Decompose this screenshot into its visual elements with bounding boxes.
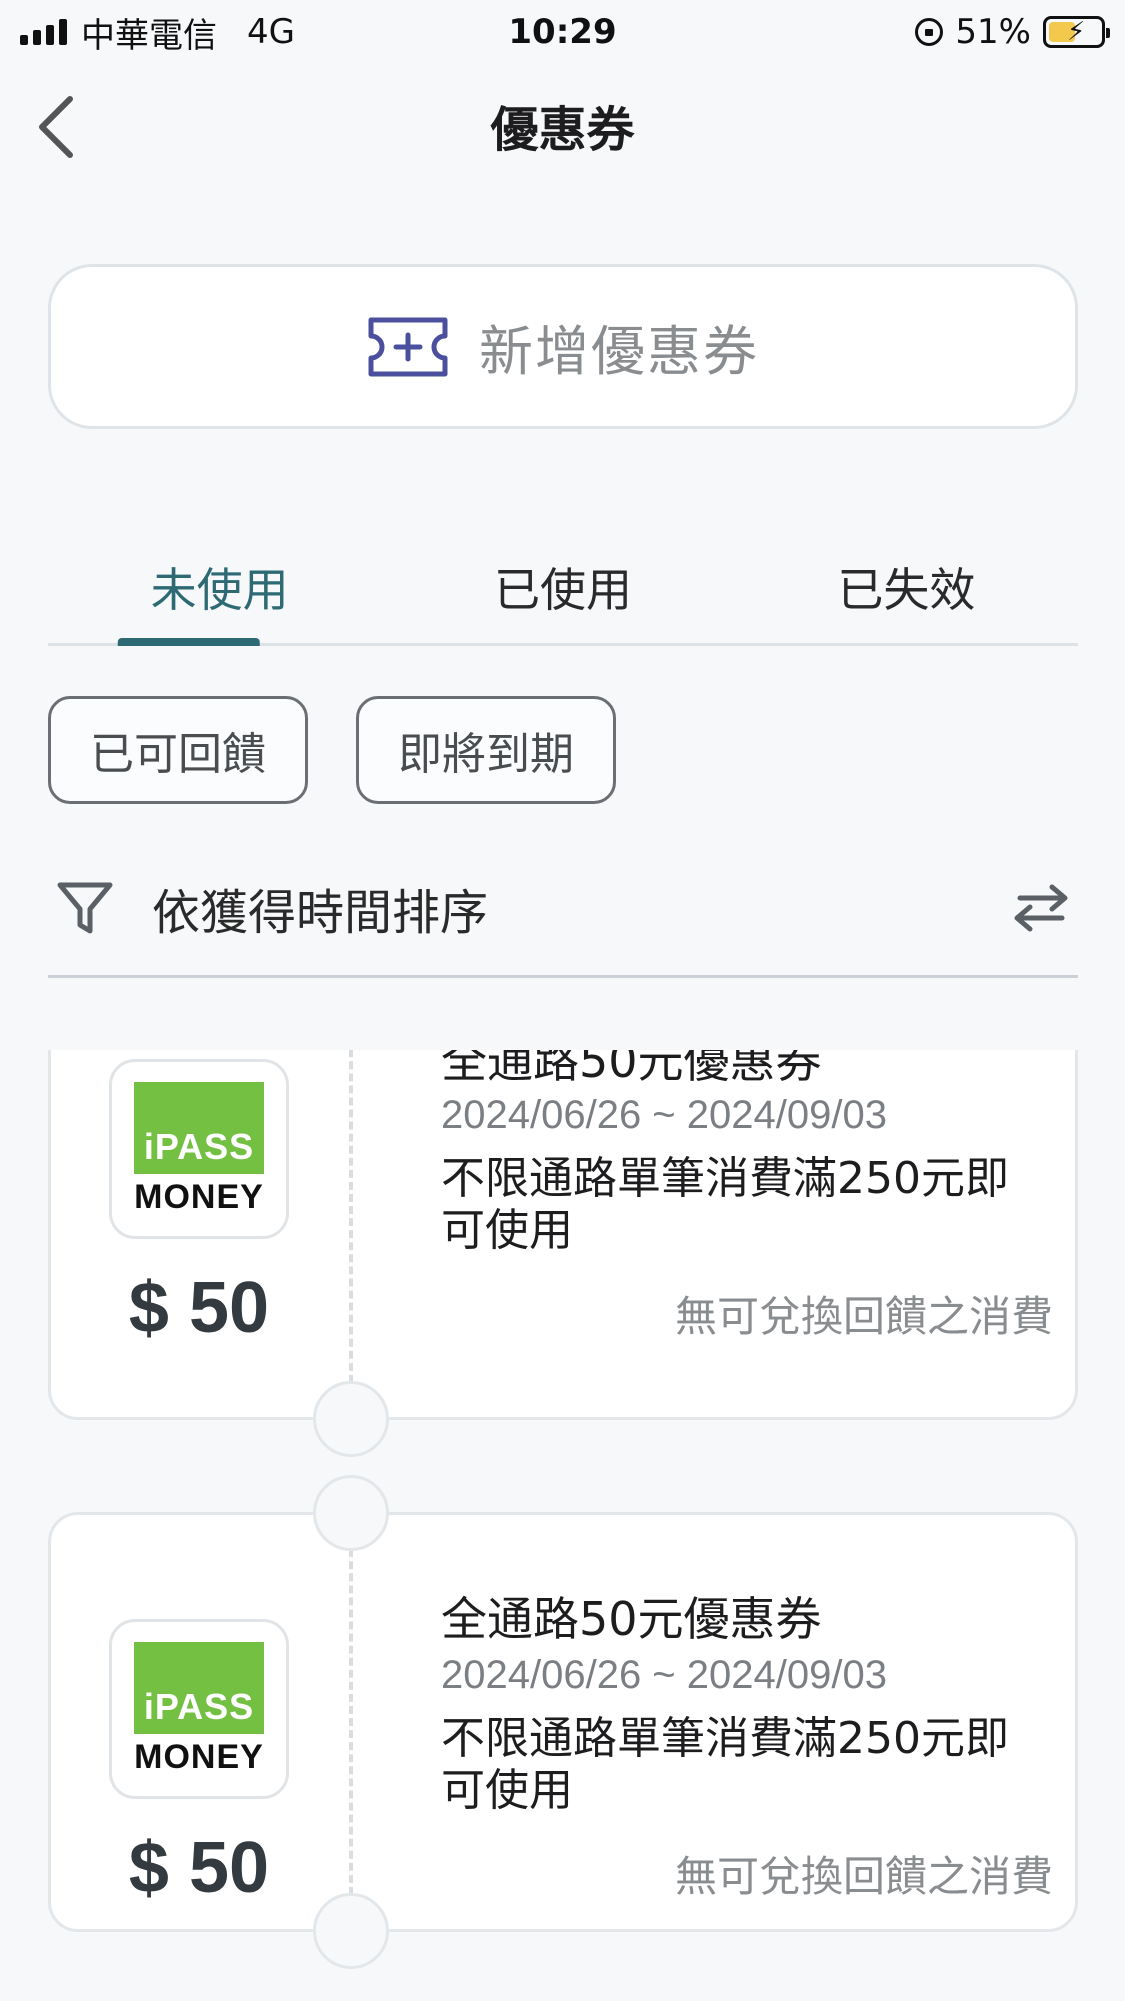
- brand-logo-bottom: MONEY: [134, 1737, 264, 1776]
- coupon-description: 不限通路單筆消費滿250元即可使用: [441, 1713, 1009, 1816]
- coupon-period: 2024/06/26 ~ 2024/09/03: [441, 1093, 887, 1137]
- battery-percent: 51%: [955, 12, 1031, 52]
- filter-icon: [57, 882, 113, 933]
- coupon-card[interactable]: iPASS MONEY $ 50 全通路50元優惠券 2024/06/26 ~ …: [48, 1050, 1078, 1457]
- coupon-amount: $ 50: [128, 1268, 270, 1348]
- coupon-divider: [349, 1525, 353, 1919]
- chip-expiring-soon[interactable]: 即將到期: [356, 696, 616, 804]
- status-right: 51% ⚡: [915, 12, 1110, 52]
- status-bar: 中華電信 4G 10:29 51% ⚡: [0, 0, 1125, 64]
- coupon-notch: [313, 1893, 389, 1969]
- coupon-notch: [313, 1381, 389, 1457]
- coupon-note: 無可兌換回饋之消費: [674, 1292, 1053, 1341]
- orientation-lock-icon: [915, 18, 944, 46]
- brand-logo-top: iPASS: [134, 1081, 264, 1174]
- chevron-left-icon: [39, 96, 73, 158]
- network-label: 4G: [247, 12, 295, 52]
- tab-expired[interactable]: 已失效: [735, 530, 1078, 643]
- coupon-card[interactable]: iPASS MONEY $ 50 全通路50元優惠券 2024/06/26 ~ …: [48, 1475, 1078, 1969]
- carrier-label: 中華電信: [81, 15, 217, 56]
- nav-header: 優惠券: [0, 70, 1125, 180]
- coupon-period: 2024/06/26 ~ 2024/09/03: [441, 1653, 887, 1697]
- filter-chips: 已可回饋 即將到期: [48, 696, 616, 804]
- add-coupon-button[interactable]: 新增優惠券: [48, 264, 1078, 429]
- coupon-description: 不限通路單筆消費滿250元即可使用: [441, 1153, 1009, 1256]
- status-left: 中華電信 4G: [20, 8, 295, 57]
- ticket-add-icon: [368, 317, 448, 376]
- tab-used[interactable]: 已使用: [391, 530, 734, 643]
- brand-logo-bottom: MONEY: [134, 1177, 264, 1216]
- signal-icon: [20, 19, 67, 45]
- brand-logo: iPASS MONEY: [109, 1619, 289, 1799]
- coupon-divider: [349, 1050, 353, 1407]
- tab-unused[interactable]: 未使用: [48, 530, 391, 643]
- coupon-amount: $ 50: [128, 1828, 270, 1908]
- back-button[interactable]: [26, 92, 86, 162]
- page-title: 優惠券: [490, 102, 635, 158]
- sort-row[interactable]: 依獲得時間排序: [48, 840, 1078, 978]
- brand-logo-top: iPASS: [134, 1641, 264, 1734]
- battery-icon: ⚡: [1043, 16, 1110, 48]
- sort-label: 依獲得時間排序: [152, 884, 489, 941]
- coupon-tabs: 未使用 已使用 已失效: [48, 530, 1078, 646]
- coupon-title: 全通路50元優惠券: [441, 1050, 822, 1088]
- coupon-title: 全通路50元優惠券: [441, 1592, 822, 1646]
- coupon-notch: [313, 1475, 389, 1551]
- add-coupon-label: 新增優惠券: [479, 320, 759, 383]
- chip-redeemable[interactable]: 已可回饋: [48, 696, 308, 804]
- swap-arrows-icon[interactable]: [1010, 882, 1072, 934]
- coupon-note: 無可兌換回饋之消費: [674, 1852, 1053, 1901]
- brand-logo: iPASS MONEY: [109, 1059, 289, 1239]
- coupon-list[interactable]: iPASS MONEY $ 50 全通路50元優惠券 2024/06/26 ~ …: [0, 1050, 1125, 2001]
